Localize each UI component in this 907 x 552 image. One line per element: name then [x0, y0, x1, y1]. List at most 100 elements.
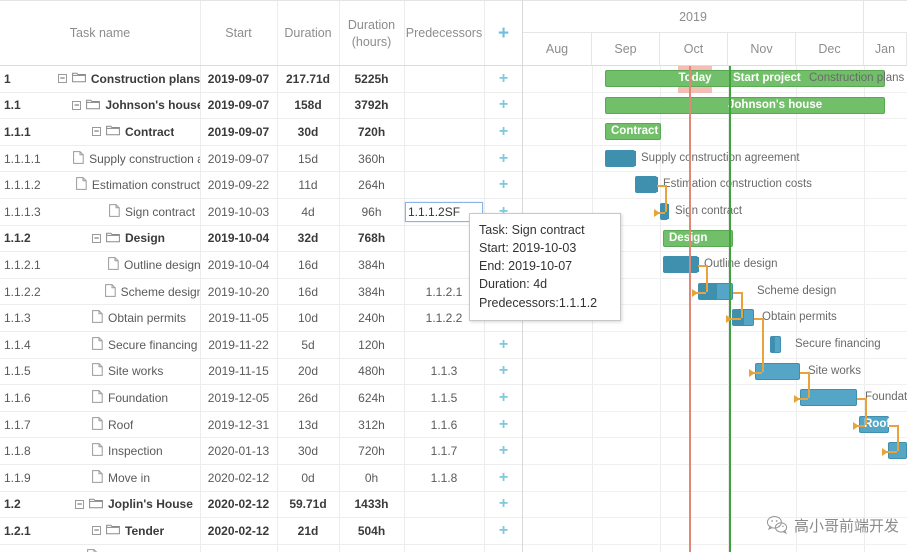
row-duration-hours-cell[interactable]: 720h — [339, 438, 404, 464]
table-row[interactable]: 1.1.1.3Sign contract2019-10-034d96h+ — [0, 198, 522, 226]
table-row[interactable]: 1.1.1.1Supply construction agreement2019… — [0, 145, 522, 173]
row-task-name-cell[interactable]: Obtain permits — [0, 305, 200, 331]
row-duration-cell[interactable]: 11d — [277, 172, 339, 198]
row-duration-cell[interactable]: 32d — [277, 226, 339, 252]
row-start-cell[interactable]: 2019-09-07 — [200, 93, 277, 119]
row-duration-cell[interactable]: 4d — [277, 199, 339, 225]
table-row[interactable]: 1.1.1.2Estimation construction costs2019… — [0, 172, 522, 199]
row-task-name-cell[interactable]: Outline design — [0, 252, 200, 278]
table-row[interactable]: 1.1.3 Obtain permits 2019-11-05 10d 240h 1.1.… — [0, 305, 522, 332]
row-collapse-toggle[interactable]: − — [92, 526, 101, 536]
row-predecessors-cell[interactable] — [404, 172, 484, 198]
row-duration-hours-cell[interactable]: 1433h — [339, 492, 404, 518]
row-start-cell[interactable]: 2019-11-15 — [200, 359, 277, 385]
table-row[interactable]: 1.1.8 Inspection 2020-01-13 30d 720h 1.1.7 + — [0, 438, 522, 465]
task-bar[interactable] — [663, 256, 699, 274]
row-duration-cell[interactable]: 13d — [277, 412, 339, 438]
row-start-cell[interactable]: 2020-01-13 — [200, 438, 277, 464]
row-predecessors-cell[interactable] — [404, 545, 484, 552]
row-task-name-cell[interactable]: − Contract — [0, 119, 200, 145]
add-task-button[interactable]: + — [484, 66, 522, 92]
add-task-button[interactable]: + — [484, 412, 522, 438]
row-duration-cell[interactable]: 10d — [277, 305, 339, 331]
table-row[interactable]: 1.1.6 Foundation 2019-12-05 26d 624h 1.1.5 + — [0, 385, 522, 412]
row-duration-hours-cell[interactable]: 384h — [339, 252, 404, 278]
add-task-button[interactable]: + — [484, 172, 522, 198]
row-task-name-cell[interactable]: Site works — [0, 359, 200, 385]
row-start-cell[interactable]: 2020-02-12 — [200, 518, 277, 544]
row-task-name-cell[interactable]: Inspection — [0, 438, 200, 464]
row-start-cell[interactable]: 2019-09-07 — [200, 146, 277, 172]
column-header-task-name[interactable]: Task name — [0, 1, 200, 66]
row-task-name-cell[interactable]: Estimation construction costs — [0, 172, 200, 198]
row-duration-hours-cell[interactable]: 120h — [339, 332, 404, 358]
row-duration-hours-cell[interactable]: 5225h — [339, 66, 404, 92]
row-collapse-toggle[interactable]: − — [92, 127, 101, 137]
row-start-cell[interactable]: 2019-09-07 — [200, 66, 277, 92]
table-row[interactable]: 1.1.4 Secure financing 2019-11-22 5d 120h + — [0, 331, 522, 359]
row-task-name-cell[interactable]: − Construction plans — [0, 66, 200, 92]
row-start-cell[interactable]: 2019-10-04 — [200, 226, 277, 252]
row-duration-hours-cell[interactable]: 96h — [339, 199, 404, 225]
row-start-cell[interactable]: 2019-10-03 — [200, 199, 277, 225]
table-row[interactable]: 1.1.1− Contract 2019-09-07 30d 720h + — [0, 119, 522, 146]
row-task-name-cell[interactable]: Roof — [0, 412, 200, 438]
column-header-duration-hours[interactable]: Duration (hours) — [339, 1, 404, 66]
add-task-button[interactable]: + — [484, 465, 522, 491]
task-bar[interactable] — [605, 149, 636, 167]
row-start-cell[interactable]: 2019-12-05 — [200, 385, 277, 411]
row-collapse-toggle[interactable]: − — [57, 74, 67, 84]
row-task-name-cell[interactable]: − Johnson's house — [0, 93, 200, 119]
add-task-button[interactable]: + — [484, 438, 522, 464]
row-task-name-cell[interactable]: Scheme design — [0, 279, 200, 305]
row-start-cell[interactable]: 2019-11-22 — [200, 332, 277, 358]
column-header-predecessors[interactable]: Predecessors — [404, 1, 484, 66]
row-start-cell[interactable]: 2019-09-07 — [200, 119, 277, 145]
row-duration-hours-cell[interactable]: 360h — [339, 146, 404, 172]
row-start-cell[interactable]: 2020-02-12 — [200, 465, 277, 491]
row-start-cell[interactable]: 2019-09-22 — [200, 172, 277, 198]
row-predecessors-cell[interactable]: 1.1.5 — [404, 385, 484, 411]
add-task-button[interactable]: + — [484, 492, 522, 518]
table-row[interactable]: 1.2.1.1Issue tender document2020-02-1211… — [0, 544, 522, 552]
row-predecessors-cell[interactable] — [404, 66, 484, 92]
row-duration-hours-cell[interactable]: 264h — [339, 545, 404, 552]
add-task-button[interactable]: + — [484, 93, 522, 119]
row-start-cell[interactable]: 2020-02-12 — [200, 492, 277, 518]
row-collapse-toggle[interactable]: − — [72, 100, 82, 110]
table-row[interactable]: 1− Construction plans 2019-09-07 217.71d 522… — [0, 66, 522, 93]
row-duration-hours-cell[interactable]: 240h — [339, 305, 404, 331]
row-predecessors-cell[interactable] — [404, 518, 484, 544]
table-row[interactable]: 1.1.7 Roof 2019-12-31 13d 312h 1.1.6 + — [0, 411, 522, 439]
row-task-name-cell[interactable]: Sign contract — [0, 199, 200, 225]
row-task-name-cell[interactable]: Issue tender document — [0, 545, 200, 552]
table-row[interactable]: 1.1.2−Design2019-10-0432d768h+ — [0, 225, 522, 253]
row-duration-cell[interactable]: 0d — [277, 465, 339, 491]
table-row[interactable]: 1.1.2.1Outline design2019-10-0416d384h+ — [0, 252, 522, 279]
row-predecessors-cell[interactable]: 1.1.6 — [404, 412, 484, 438]
column-header-duration[interactable]: Duration — [277, 1, 339, 66]
row-predecessors-cell[interactable] — [404, 119, 484, 145]
table-row[interactable]: 1.1.5 Site works 2019-11-15 20d 480h 1.1.3 + — [0, 358, 522, 386]
row-duration-hours-cell[interactable]: 0h — [339, 465, 404, 491]
row-duration-cell[interactable]: 5d — [277, 332, 339, 358]
row-duration-cell[interactable]: 30d — [277, 438, 339, 464]
row-duration-cell[interactable]: 30d — [277, 119, 339, 145]
table-row[interactable]: 1.1.2.2 Scheme design 2019-10-20 16d 384h 1.1… — [0, 278, 522, 306]
add-task-button[interactable]: + — [484, 146, 522, 172]
row-collapse-toggle[interactable]: − — [75, 499, 84, 509]
row-collapse-toggle[interactable]: − — [92, 233, 101, 243]
row-duration-cell[interactable]: 21d — [277, 518, 339, 544]
row-start-cell[interactable]: 2020-02-12 — [200, 545, 277, 552]
row-duration-cell[interactable]: 11d — [277, 545, 339, 552]
add-task-button[interactable]: + — [484, 119, 522, 145]
row-duration-hours-cell[interactable]: 624h — [339, 385, 404, 411]
row-duration-hours-cell[interactable]: 768h — [339, 226, 404, 252]
row-duration-hours-cell[interactable]: 720h — [339, 119, 404, 145]
row-task-name-cell[interactable]: Move in — [0, 465, 200, 491]
row-start-cell[interactable]: 2019-11-05 — [200, 305, 277, 331]
row-duration-hours-cell[interactable]: 3792h — [339, 93, 404, 119]
row-duration-cell[interactable]: 16d — [277, 279, 339, 305]
add-task-button[interactable]: + — [484, 545, 522, 552]
add-column-button[interactable]: + — [484, 1, 522, 66]
